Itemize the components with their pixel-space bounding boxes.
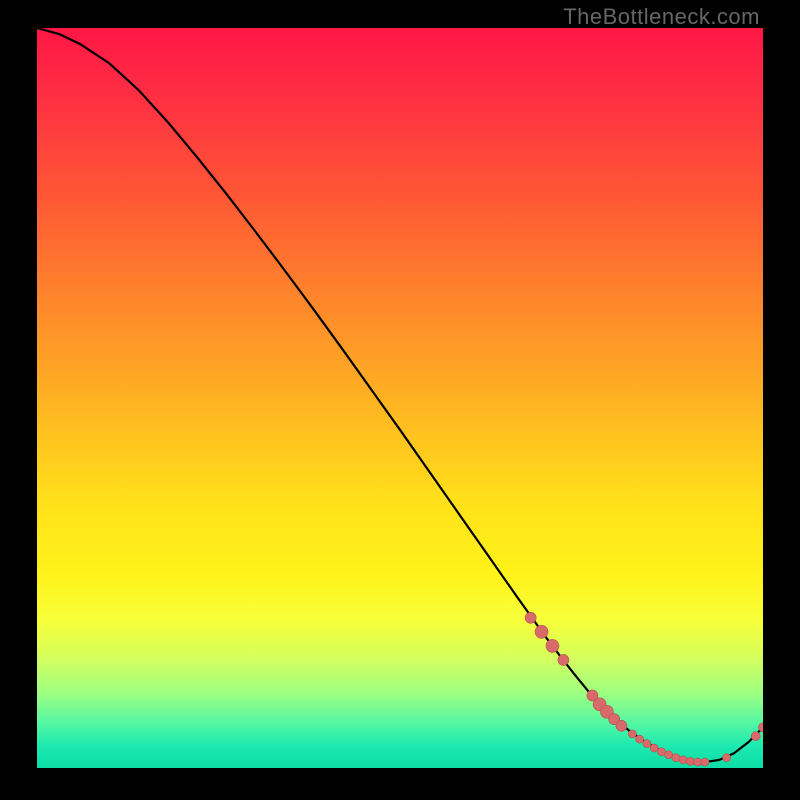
watermark-text: TheBottleneck.com (563, 4, 760, 30)
chart-area (37, 28, 763, 768)
data-marker (701, 758, 709, 766)
chart-svg (37, 28, 763, 768)
data-marker (546, 639, 559, 652)
data-marker (643, 740, 651, 748)
data-marker (751, 732, 760, 741)
data-marker (672, 754, 680, 762)
data-marker (535, 625, 548, 638)
data-marker (525, 612, 536, 623)
data-marker (636, 735, 644, 743)
data-marker (558, 654, 569, 665)
data-marker (679, 756, 687, 764)
data-markers (525, 612, 763, 766)
data-marker (665, 751, 673, 759)
bottleneck-curve (37, 28, 763, 762)
data-marker (694, 758, 702, 766)
data-marker (686, 757, 694, 765)
data-marker (657, 748, 665, 756)
data-marker (650, 744, 658, 752)
data-marker (616, 720, 627, 731)
data-marker (628, 730, 636, 738)
data-marker (723, 754, 731, 762)
